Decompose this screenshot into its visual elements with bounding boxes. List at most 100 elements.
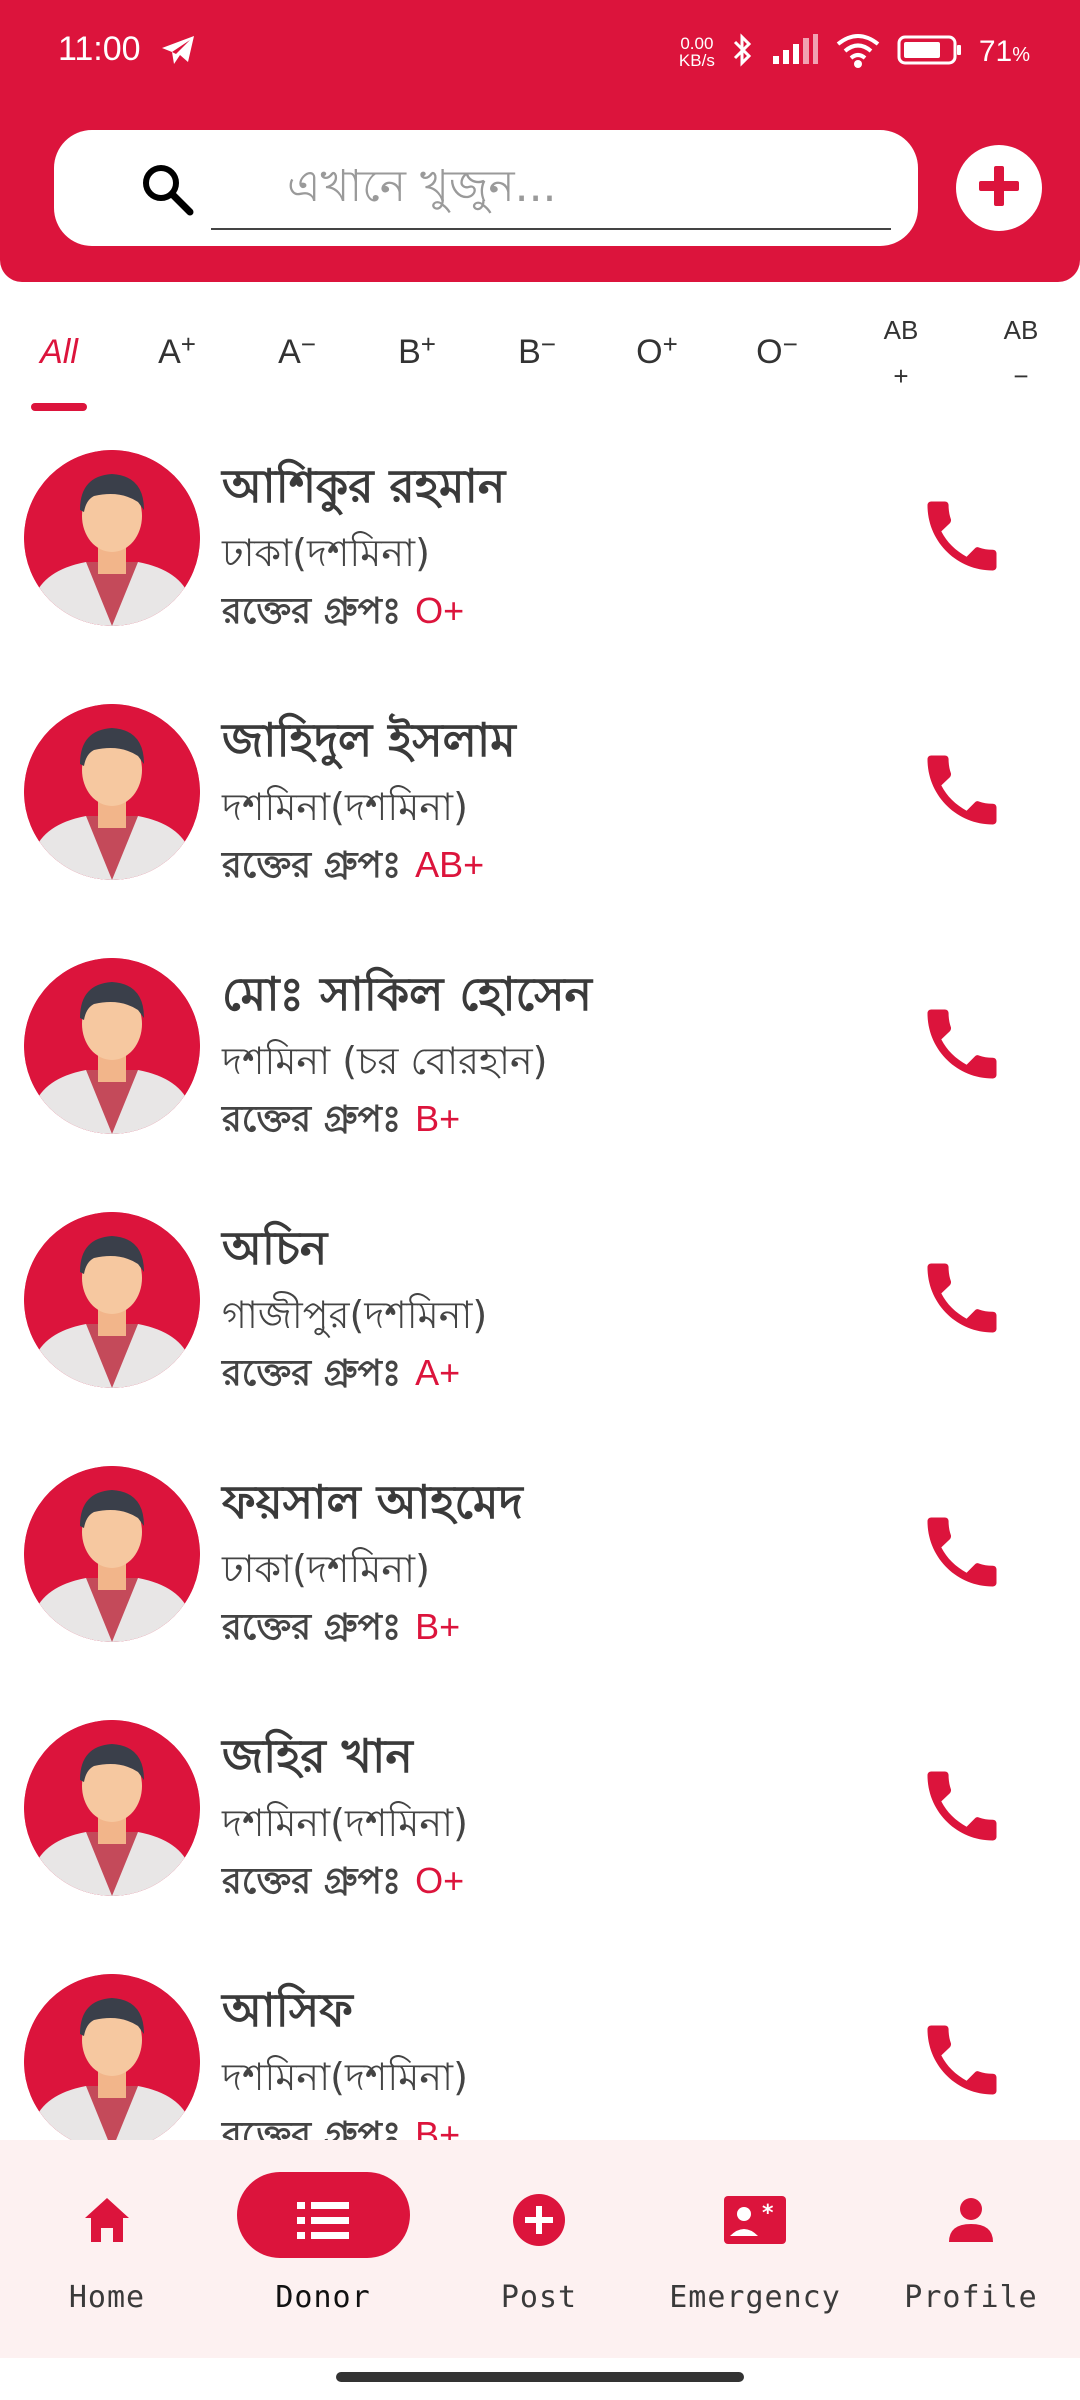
nav-donor[interactable]: Donor — [223, 2170, 423, 2340]
phone-icon — [916, 1263, 1008, 1348]
person-icon — [943, 2192, 999, 2252]
tab-all[interactable]: All — [4, 290, 114, 415]
donor-name: অচিন — [222, 1221, 328, 1275]
donor-location: গাজীপুর(দশমিনা) — [222, 1293, 488, 1337]
search-input[interactable] — [211, 144, 891, 230]
donor-name: আশিকুর রহমান — [222, 459, 506, 513]
donor-row[interactable]: জহির খান দশমিনা(দশমিনা) রক্তের গ্রুপঃ O+ — [0, 1700, 1080, 1954]
avatar — [24, 704, 200, 880]
status-time: 11:00 — [58, 30, 141, 68]
phone-icon — [916, 501, 1008, 586]
avatar — [24, 1212, 200, 1388]
donor-location: দশমিনা (চর বোরহান) — [222, 1039, 548, 1083]
tab-b-negative[interactable]: B − — [482, 290, 592, 415]
donor-row[interactable]: অচিন গাজীপুর(দশমিনা) রক্তের গ্রুপঃ A+ — [0, 1192, 1080, 1446]
blood-group-label: রক্তের গ্রুপঃ — [222, 845, 402, 886]
active-tab-indicator — [31, 403, 87, 411]
net-speed: 0.00 KB/s — [678, 34, 715, 70]
plus-icon — [977, 164, 1021, 212]
home-icon — [79, 2192, 135, 2252]
search-icon — [138, 160, 196, 222]
blood-group-label: রক্তের গ্রুপঃ — [222, 591, 402, 632]
screen: 11:00 0.00 KB/s 71% এখানে খুজুন... All A… — [0, 0, 1080, 2400]
battery-percent: 71% — [978, 35, 1030, 68]
signal-icon — [771, 34, 819, 70]
call-button[interactable] — [916, 1506, 1008, 1598]
list-icon — [295, 2192, 351, 2252]
bottom-navigation: Home Donor Post * Emergency Profile — [0, 2140, 1080, 2358]
call-button[interactable] — [916, 1252, 1008, 1344]
donor-name: ফয়সাল আহমেদ — [222, 1475, 523, 1529]
status-icons: 0.00 KB/s 71% — [679, 28, 1030, 76]
tab-o-negative[interactable]: O − — [722, 290, 832, 415]
phone-icon — [916, 1771, 1008, 1856]
phone-icon — [916, 2025, 1008, 2110]
add-circle-icon — [511, 2192, 567, 2252]
donor-name: আসিফ — [222, 1983, 353, 2037]
donor-blood-group: রক্তের গ্রুপঃ AB+ — [222, 838, 484, 898]
blood-group-value: B+ — [415, 1098, 461, 1139]
donor-blood-group: রক্তের গ্রুপঃ A+ — [222, 1346, 460, 1406]
home-gesture-bar[interactable] — [336, 2372, 744, 2382]
search-bar — [54, 130, 918, 246]
bluetooth-icon — [731, 32, 755, 72]
blood-group-value: O+ — [415, 590, 465, 631]
blood-group-tabs: All A + A − B + B − O + O − AB + AB − — [0, 290, 1080, 415]
donor-location: দশমিনা(দশমিনা) — [222, 2055, 468, 2099]
avatar — [24, 958, 200, 1134]
tab-a-negative[interactable]: A − — [242, 290, 352, 415]
donor-location: দশমিনা(দশমিনা) — [222, 785, 468, 829]
blood-group-value: AB+ — [415, 844, 485, 885]
nav-profile[interactable]: Profile — [871, 2170, 1071, 2340]
blood-group-label: রক্তের গ্রুপঃ — [222, 1861, 402, 1902]
emergency-card-icon: * — [722, 2192, 788, 2252]
nav-home[interactable]: Home — [7, 2170, 207, 2340]
tab-ab-negative[interactable]: AB − — [966, 290, 1076, 415]
phone-icon — [916, 755, 1008, 840]
status-bar: 11:00 0.00 KB/s 71% — [0, 0, 1080, 110]
call-button[interactable] — [916, 1760, 1008, 1852]
nav-emergency[interactable]: * Emergency — [655, 2170, 855, 2340]
svg-text:*: * — [762, 2201, 774, 2226]
tab-o-positive[interactable]: O + — [602, 290, 712, 415]
blood-group-value: A+ — [415, 1352, 461, 1393]
donor-location: ঢাকা(দশমিনা) — [222, 1547, 430, 1591]
donor-row[interactable]: ফয়সাল আহমেদ ঢাকা(দশমিনা) রক্তের গ্রুপঃ B… — [0, 1446, 1080, 1700]
wifi-icon — [835, 32, 881, 72]
call-button[interactable] — [916, 490, 1008, 582]
donor-blood-group: রক্তের গ্রুপঃ B+ — [222, 2108, 460, 2140]
avatar — [24, 1974, 200, 2140]
blood-group-label: রক্তের গ্রুপঃ — [222, 1607, 402, 1648]
donor-list[interactable]: আশিকুর রহমান ঢাকা(দশমিনা) রক্তের গ্রুপঃ O… — [0, 430, 1080, 2140]
avatar — [24, 1720, 200, 1896]
blood-group-label: রক্তের গ্রুপঃ — [222, 1099, 402, 1140]
donor-blood-group: রক্তের গ্রুপঃ B+ — [222, 1092, 460, 1152]
nav-post[interactable]: Post — [439, 2170, 639, 2340]
call-button[interactable] — [916, 744, 1008, 836]
phone-icon — [916, 1009, 1008, 1094]
donor-row[interactable]: জাহিদুল ইসলাম দশমিনা(দশমিনা) রক্তের গ্রু… — [0, 684, 1080, 938]
avatar — [24, 1466, 200, 1642]
donor-blood-group: রক্তের গ্রুপঃ O+ — [222, 584, 464, 644]
donor-blood-group: রক্তের গ্রুপঃ O+ — [222, 1854, 464, 1914]
blood-group-label: রক্তের গ্রুপঃ — [222, 2115, 402, 2140]
battery-icon — [897, 34, 963, 70]
donor-location: ঢাকা(দশমিনা) — [222, 531, 430, 575]
donor-location: দশমিনা(দশমিনা) — [222, 1801, 468, 1845]
app-header: 11:00 0.00 KB/s 71% এখানে খুজুন... — [0, 0, 1080, 282]
donor-row[interactable]: আসিফ দশমিনা(দশমিনা) রক্তের গ্রুপঃ B+ — [0, 1954, 1080, 2140]
telegram-icon — [160, 34, 196, 70]
call-button[interactable] — [916, 998, 1008, 1090]
call-button[interactable] — [916, 2014, 1008, 2106]
donor-name: জহির খান — [222, 1729, 413, 1783]
tab-b-positive[interactable]: B + — [362, 290, 472, 415]
donor-row[interactable]: মোঃ সাকিল হোসেন দশমিনা (চর বোরহান) রক্তে… — [0, 938, 1080, 1192]
add-button[interactable] — [956, 145, 1042, 231]
avatar — [24, 450, 200, 626]
donor-blood-group: রক্তের গ্রুপঃ B+ — [222, 1600, 460, 1660]
donor-row[interactable]: আশিকুর রহমান ঢাকা(দশমিনা) রক্তের গ্রুপঃ O… — [0, 430, 1080, 684]
phone-icon — [916, 1517, 1008, 1602]
tab-ab-positive[interactable]: AB + — [846, 290, 956, 415]
tab-a-positive[interactable]: A + — [122, 290, 232, 415]
blood-group-label: রক্তের গ্রুপঃ — [222, 1353, 402, 1394]
